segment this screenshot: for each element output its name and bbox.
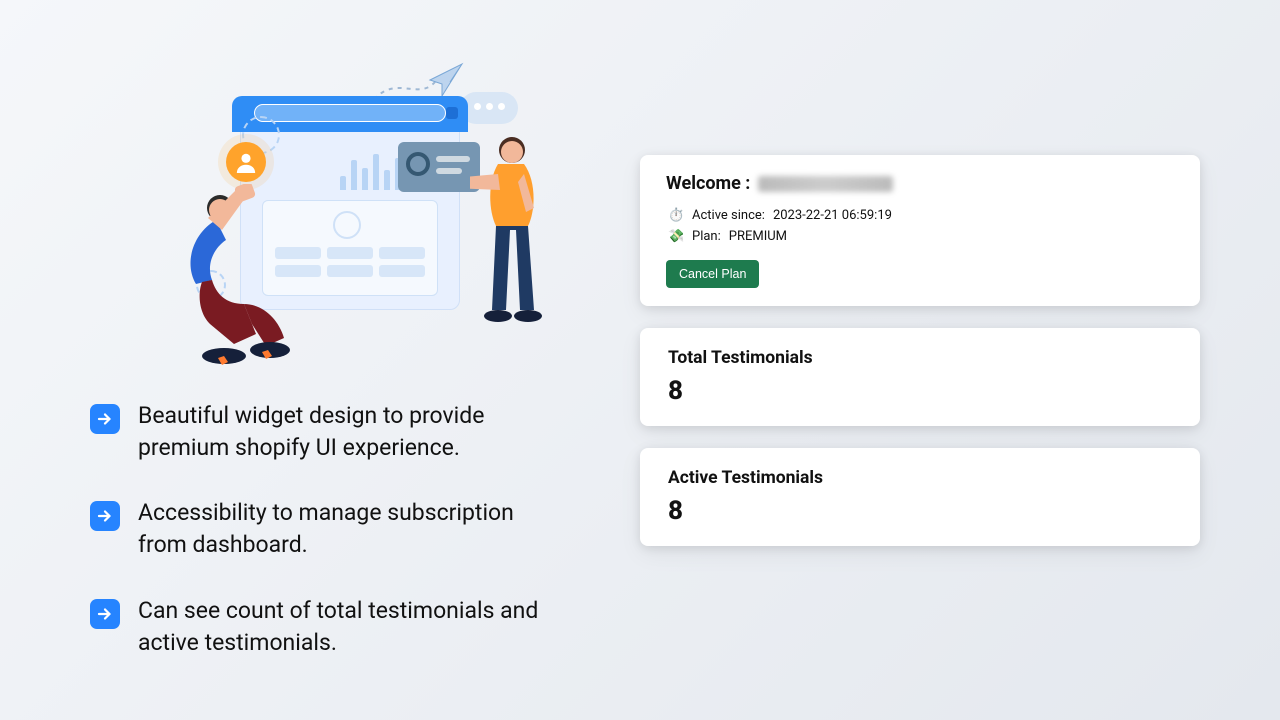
feature-text: Beautiful widget design to provide premi… [138,400,550,463]
welcome-label: Welcome : [666,173,750,194]
total-testimonials-value: 8 [668,376,1172,406]
active-testimonials-label: Active Testimonials [668,468,1172,488]
feature-item: Beautiful widget design to provide premi… [90,400,550,463]
store-name-redacted [758,176,893,192]
feature-text: Can see count of total testimonials and … [138,595,550,658]
speech-bubble-icon [460,92,518,124]
feature-item: Accessibility to manage subscrip­tion fr… [90,497,550,560]
active-since-value: 2023-22-21 06:59:19 [773,208,892,223]
welcome-card: Welcome : ⏱️ Active since: 2023-22-21 06… [640,155,1200,306]
total-testimonials-card: Total Testimonials 8 [640,328,1200,426]
active-since-row: ⏱️ Active since: 2023-22-21 06:59:19 [668,208,1174,223]
sparkle-icon: 💸 [668,229,684,244]
profile-card-icon [398,142,480,192]
arrow-right-icon [90,599,120,629]
avatar-badge-icon [226,142,266,182]
dashboard-illustration [150,60,530,360]
active-since-label: Active since: [692,208,765,223]
feature-list: Beautiful widget design to provide premi… [90,400,550,658]
total-testimonials-label: Total Testimonials [668,348,1172,368]
marketing-column: Beautiful widget design to provide premi… [0,0,600,720]
active-testimonials-value: 8 [668,496,1172,526]
stopwatch-icon: ⏱️ [668,208,684,223]
dashboard-column: Welcome : ⏱️ Active since: 2023-22-21 06… [600,0,1280,720]
active-testimonials-card: Active Testimonials 8 [640,448,1200,546]
cancel-plan-button[interactable]: Cancel Plan [666,260,759,288]
person-kneeling-icon [162,184,302,384]
feature-text: Accessibility to manage subscrip­tion fr… [138,497,550,560]
arrow-right-icon [90,404,120,434]
arrow-right-icon [90,501,120,531]
plan-row: 💸 Plan: PREMIUM [668,229,1174,244]
plan-label: Plan: [692,229,721,244]
person-standing-icon [470,130,560,370]
plan-value: PREMIUM [729,229,787,244]
feature-item: Can see count of total testimonials and … [90,595,550,658]
